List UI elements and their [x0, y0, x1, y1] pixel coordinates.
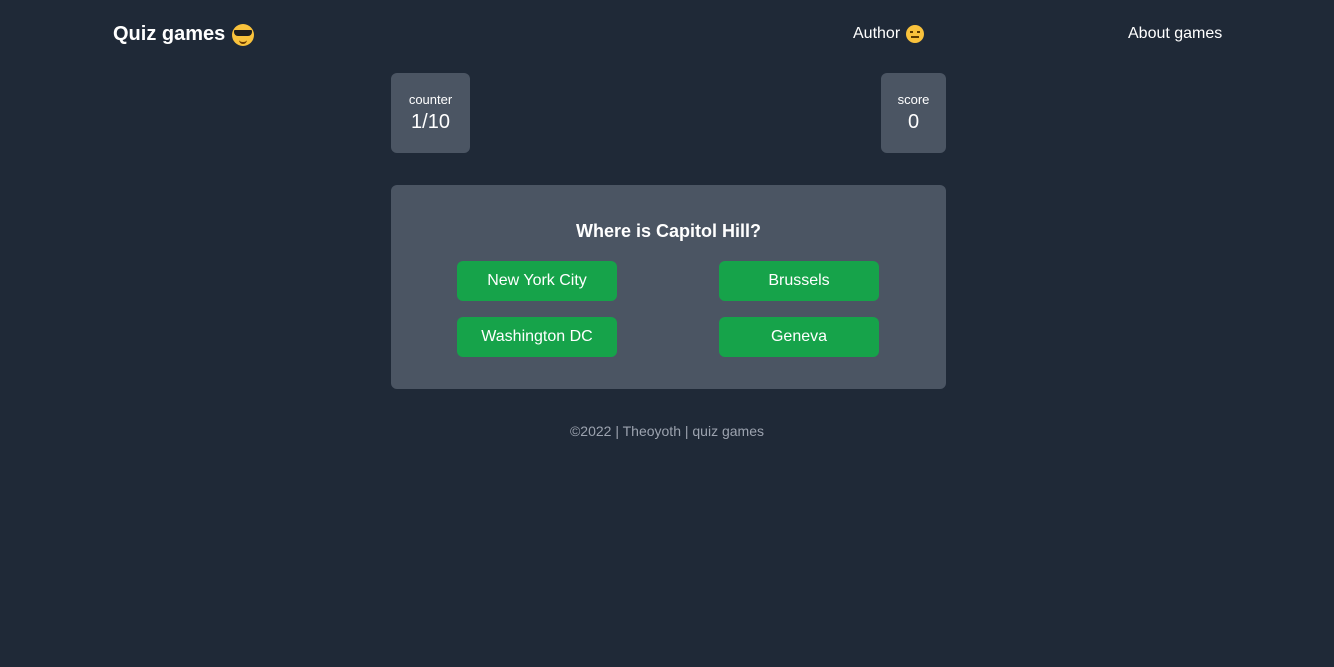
counter-box: counter 1/10 [391, 73, 470, 153]
brand-link[interactable]: Quiz games [113, 23, 255, 46]
brand-title: Quiz games [113, 23, 226, 45]
top-navbar: Quiz games Author About games [0, 0, 1334, 72]
quiz-card: Where is Capitol Hill? New York City Bru… [391, 185, 946, 389]
counter-value: 1/10 [411, 111, 450, 133]
footer-text: ©2022 | Theoyoth | quiz games [569, 423, 764, 439]
nav-author-link[interactable]: Author [853, 25, 925, 43]
counter-label: counter [408, 92, 453, 107]
answer-button[interactable]: New York City [457, 261, 617, 301]
nav-about-label: About games [1128, 25, 1223, 42]
score-value: 0 [907, 111, 920, 133]
answer-button[interactable]: Brussels [719, 261, 879, 301]
nav-about-games-link[interactable]: About games [1128, 25, 1222, 43]
answer-button[interactable]: Geneva [719, 317, 879, 357]
sunglasses-emoji-icon [232, 23, 255, 46]
question-text: Where is Capitol Hill? [575, 221, 762, 241]
neutral-face-emoji-icon [906, 25, 925, 43]
nav-author-label: Author [853, 25, 901, 42]
score-label: score [897, 92, 930, 107]
score-box: score 0 [881, 73, 946, 153]
answer-button[interactable]: Washington DC [457, 317, 617, 357]
